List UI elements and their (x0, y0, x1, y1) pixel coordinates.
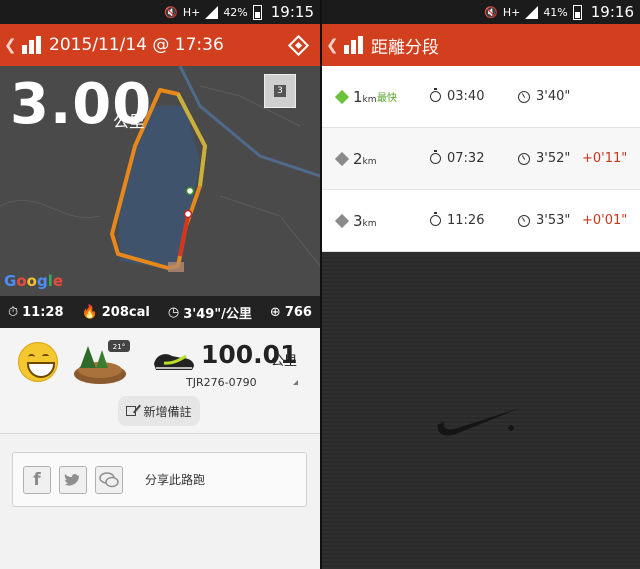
chart-bars-icon[interactable] (22, 36, 41, 54)
fuel-value: 766 (284, 304, 312, 320)
shoe-icon[interactable] (152, 346, 196, 372)
back-icon[interactable]: ❮ (4, 36, 18, 54)
pace-value: 3'49"/公里 (183, 306, 252, 322)
route-map[interactable]: 3.00 公里 3 Google (0, 66, 320, 296)
split-time: 11:26 (447, 213, 485, 228)
signal-icon (525, 5, 539, 19)
shoe-model: TJR276-0790 (186, 376, 257, 389)
terrain-icon[interactable]: 21° (72, 338, 132, 386)
start-marker (185, 186, 195, 196)
nike-plus-logo (437, 408, 520, 436)
split-list: 1km 最快 03:40 3'40" 2km 07:32 3'52" +0'11… (322, 66, 640, 252)
splits-title: 距離分段 (371, 37, 439, 58)
best-split-diamond-icon (334, 89, 350, 104)
empty-area (322, 256, 640, 569)
stopwatch-icon (430, 212, 441, 226)
battery-icon (252, 4, 262, 20)
app-bar: ❮ 2015/11/14 @ 17:36 (0, 24, 320, 66)
back-icon[interactable]: ❮ (326, 36, 340, 54)
split-km: 3km (353, 211, 377, 230)
add-note-button[interactable]: 新增備註 (118, 396, 200, 426)
fuel-icon: ⊕ (269, 304, 281, 320)
status-time: 19:16 (590, 3, 634, 21)
split-row-2[interactable]: 2km 07:32 3'52" +0'11" (322, 128, 640, 190)
app-bar: ❮ 距離分段 (322, 24, 640, 66)
split-diff: +0'11" (582, 151, 628, 166)
run-summary-screen: 🔇 H+ 42% 19:15 ❮ 2015/11/14 @ 17:36 3.00… (0, 0, 320, 569)
share-section: f 分享此路跑 (12, 452, 307, 507)
battery-icon (572, 4, 582, 20)
timer-icon (518, 214, 530, 227)
battery-percent: 41% (543, 5, 568, 19)
run-date-title: 2015/11/14 @ 17:36 (49, 35, 224, 55)
run-stats-bar: ⏱ 11:28 🔥 208cal ◷ 3'49"/公里 ⊕ 766 (0, 296, 320, 328)
mute-icon: 🔇 (484, 5, 498, 19)
network-type: H+ (182, 5, 201, 19)
split-pace: 3'40" (536, 89, 571, 104)
split-km: 1km (353, 87, 377, 106)
timer-icon (518, 90, 530, 103)
signal-icon (205, 5, 219, 19)
timer-icon: ◷ (167, 304, 180, 320)
add-note-label: 新增備註 (143, 404, 192, 419)
split-row-3[interactable]: 3km 11:26 3'53" +0'01" (322, 190, 640, 252)
lap-badge[interactable]: 3 (264, 74, 296, 108)
network-type: H+ (502, 5, 521, 19)
split-diamond-icon (334, 213, 350, 228)
share-run-label[interactable]: 分享此路跑 (145, 471, 205, 488)
calories-value: 208cal (101, 304, 150, 320)
dropdown-icon[interactable] (293, 380, 298, 385)
diamond-icon[interactable] (287, 34, 310, 56)
duration-stat: ⏱ 11:28 (8, 305, 64, 320)
run-details: 21° 100.01 公里 TJR276-0790 新增備註 (0, 328, 320, 434)
split-pace: 3'53" (536, 213, 571, 228)
splits-screen: 🔇 H+ 41% 19:16 ❮ 距離分段 1km 最快 03:40 3'40"… (322, 0, 640, 569)
duration-value: 11:28 (22, 304, 64, 320)
twitter-icon[interactable] (59, 465, 87, 494)
timer-icon (518, 152, 530, 165)
split-diff: +0'01" (582, 213, 628, 228)
shoe-distance-unit: 公里 (271, 354, 298, 369)
fastest-tag: 最快 (377, 93, 397, 104)
facebook-icon[interactable]: f (23, 465, 51, 494)
stopwatch-icon: ⏱ (8, 304, 19, 320)
split-km: 2km (353, 149, 377, 168)
split-time: 07:32 (447, 151, 485, 166)
status-time: 19:15 (270, 3, 314, 21)
status-bar: 🔇 H+ 42% 19:15 (0, 0, 320, 24)
calories-stat: 🔥 208cal (82, 305, 150, 320)
battery-percent: 42% (223, 5, 248, 19)
google-logo: Google (4, 272, 64, 290)
chart-bars-icon[interactable] (344, 36, 363, 54)
lap-count: 3 (274, 85, 286, 97)
status-bar: 🔇 H+ 41% 19:16 (322, 0, 640, 24)
flame-icon: 🔥 (81, 304, 98, 320)
weather-temp: 21° (113, 343, 125, 351)
pace-stat: ◷ 3'49"/公里 (168, 303, 252, 322)
smiley-icon[interactable] (18, 342, 58, 382)
split-pace: 3'52" (536, 151, 571, 166)
run-distance-unit: 公里 (113, 112, 146, 131)
end-marker (183, 209, 193, 219)
wechat-icon[interactable] (95, 465, 123, 494)
stopwatch-icon (430, 150, 441, 164)
fuel-stat: ⊕ 766 (270, 305, 312, 320)
split-diamond-icon (334, 151, 350, 166)
split-row-1[interactable]: 1km 最快 03:40 3'40" (322, 66, 640, 128)
mute-icon: 🔇 (164, 5, 178, 19)
stopwatch-icon (430, 88, 441, 102)
split-time: 03:40 (447, 89, 485, 104)
edit-icon (126, 406, 137, 416)
